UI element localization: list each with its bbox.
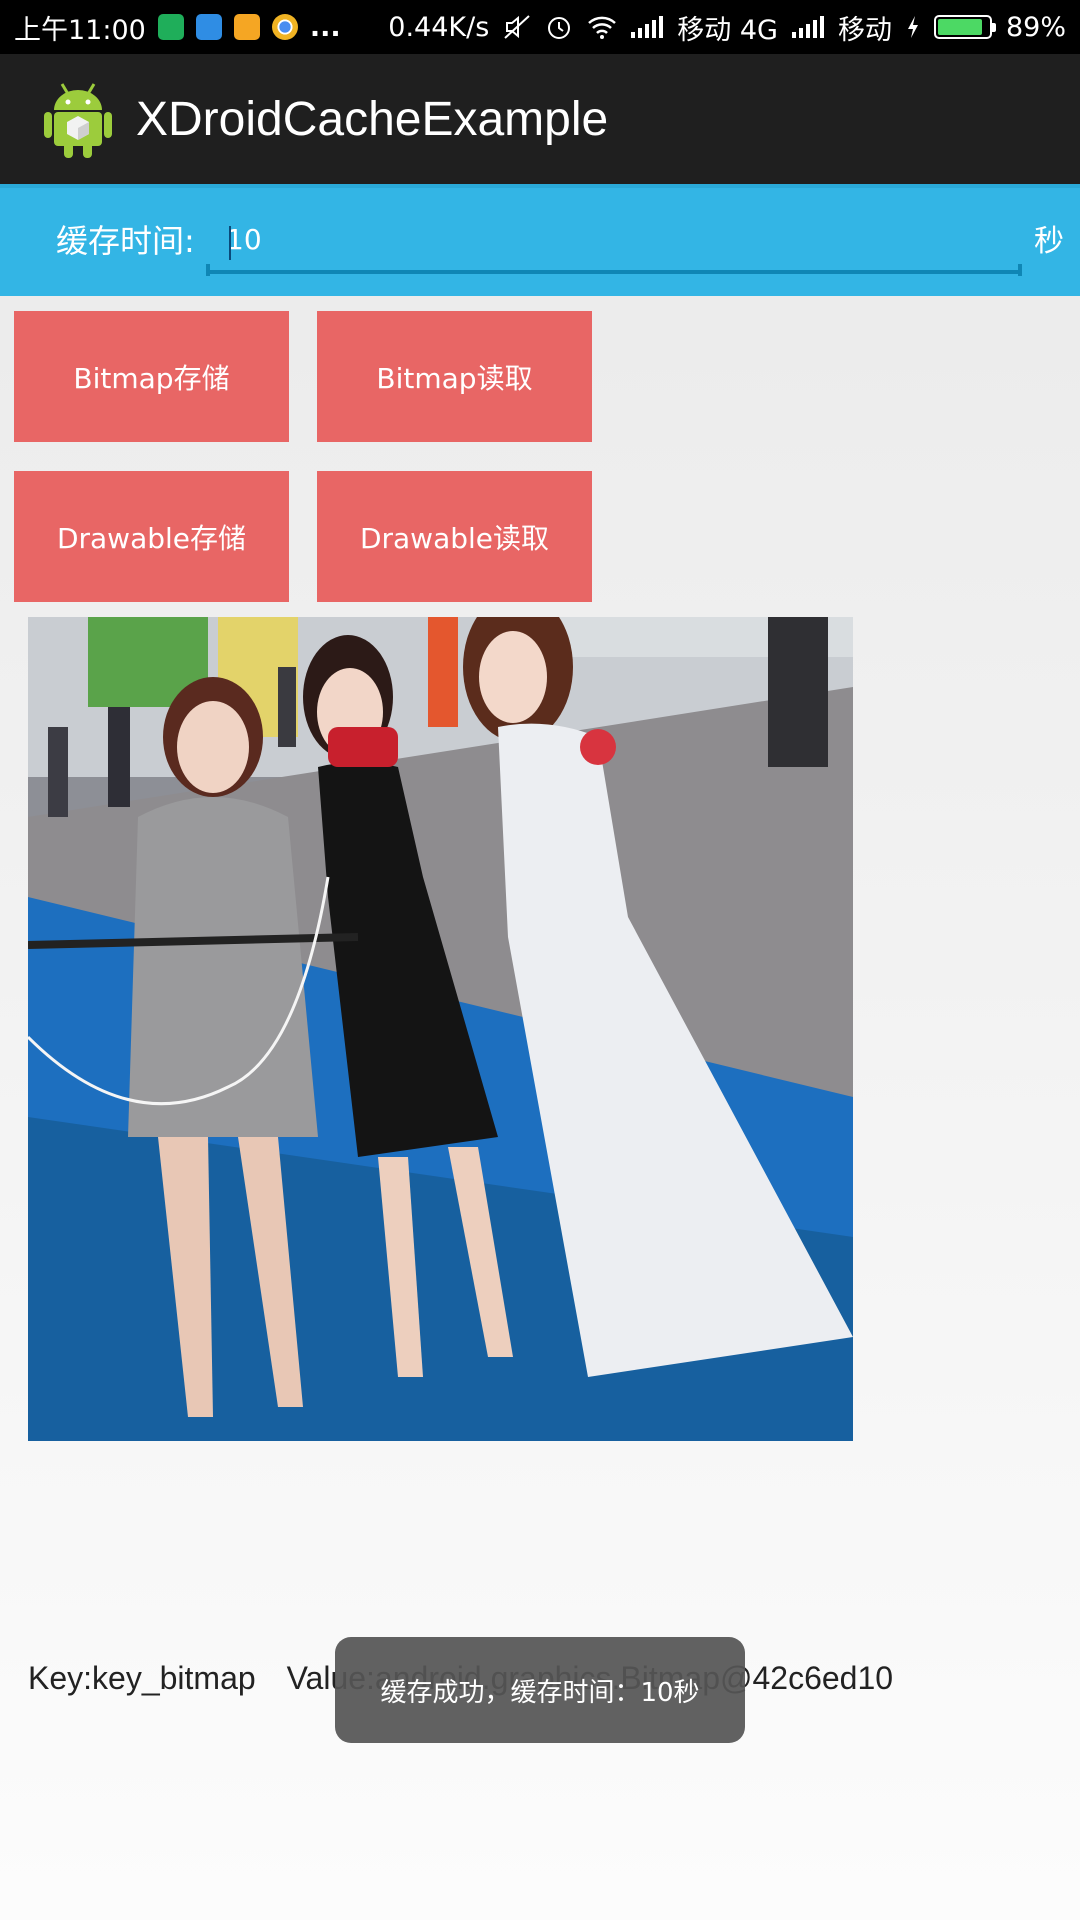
toast-message: 缓存成功，缓存时间：10秒 — [335, 1637, 745, 1743]
net-speed: 0.44K/s — [388, 11, 490, 43]
cache-time-unit: 秒 — [1034, 224, 1064, 259]
bitmap-save-button[interactable]: Bitmap存储 — [14, 311, 289, 442]
android-icon — [44, 83, 112, 158]
charging-icon — [907, 16, 918, 38]
status-time: 上午11:00 — [14, 14, 146, 46]
input-underline-right — [1018, 264, 1022, 276]
carrier-2: 移动 — [837, 14, 892, 46]
signal-icon — [791, 16, 824, 38]
message-icon — [195, 14, 222, 40]
text-cursor — [229, 226, 231, 260]
bitmap-read-button[interactable]: Bitmap读取 — [317, 311, 592, 442]
input-underline-left — [206, 264, 210, 276]
drawable-save-button[interactable]: Drawable存储 — [14, 471, 289, 602]
more-notifications: ... — [309, 11, 341, 43]
drawable-read-button[interactable]: Drawable读取 — [317, 471, 592, 602]
alarm-icon — [548, 17, 571, 39]
action-bar: XDroidCacheExample — [0, 54, 1080, 188]
mute-icon — [504, 15, 530, 39]
cached-image — [28, 617, 853, 1441]
signal-icon — [631, 16, 664, 38]
battery-icon — [933, 15, 996, 39]
status-bar: 上午11:00 ... 0.44K/s 移动 4G 移动 89% — [0, 0, 1080, 54]
app-title: XDroidCacheExample — [136, 92, 609, 146]
cache-time-input[interactable] — [206, 208, 1022, 274]
shield-icon — [157, 14, 184, 40]
carrier-1: 移动 4G — [677, 14, 778, 46]
chrome-icon — [271, 14, 298, 40]
cache-time-bar: 缓存时间: 秒 — [0, 188, 1080, 296]
battery-fill — [937, 19, 983, 35]
result-key: Key:key_bitmap — [28, 1660, 256, 1696]
weibo-icon — [233, 14, 260, 40]
battery-percent: 89% — [1005, 11, 1066, 43]
wifi-icon — [588, 16, 617, 39]
cache-time-label: 缓存时间: — [56, 222, 195, 260]
